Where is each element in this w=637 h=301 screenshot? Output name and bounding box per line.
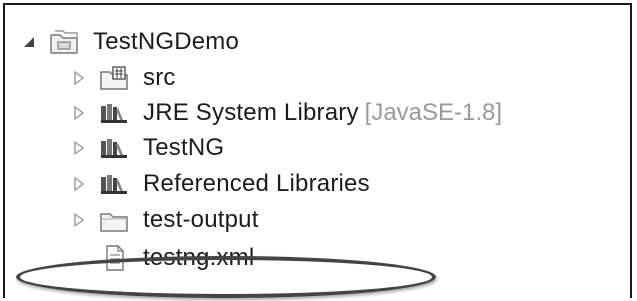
tree-item-testng[interactable]: TestNG	[71, 130, 224, 166]
package-explorer-tree: TestNGDemo src JRE System Library [JavaS…	[3, 3, 632, 298]
collapsed-arrow-icon[interactable]	[71, 212, 87, 228]
collapsed-arrow-icon[interactable]	[71, 140, 87, 156]
tree-item-testng-xml[interactable]: testng.xml	[99, 240, 254, 276]
tree-item-label: TestNG	[143, 134, 225, 161]
tree-item-referenced-libraries[interactable]: Referenced Libraries	[71, 166, 370, 202]
library-icon	[99, 135, 131, 161]
collapsed-arrow-icon[interactable]	[71, 176, 87, 192]
project-folder-icon	[49, 29, 81, 55]
library-version-qualifier: [JavaSE-1.8]	[364, 99, 503, 126]
collapsed-arrow-icon[interactable]	[71, 70, 87, 86]
tree-item-label: src	[143, 64, 176, 91]
library-icon	[99, 171, 131, 197]
collapsed-arrow-icon[interactable]	[71, 105, 87, 121]
source-folder-icon	[99, 65, 131, 91]
tree-item-test-output[interactable]: test-output	[71, 202, 259, 238]
expanded-arrow-icon[interactable]	[21, 34, 37, 50]
tree-item-label: test-output	[143, 206, 259, 233]
folder-icon	[99, 207, 131, 233]
tree-item-label: TestNGDemo	[93, 28, 240, 55]
tree-item-src[interactable]: src	[71, 60, 176, 96]
xml-file-icon	[99, 245, 131, 271]
tree-item-jre-system-library[interactable]: JRE System Library [JavaSE-1.8]	[71, 95, 502, 131]
tree-item-label: JRE System Library	[143, 99, 359, 126]
tree-item-testngdemo[interactable]: TestNGDemo	[21, 24, 239, 60]
library-icon	[99, 100, 131, 126]
tree-item-label: testng.xml	[143, 244, 255, 271]
tree-item-label: Referenced Libraries	[143, 170, 370, 197]
